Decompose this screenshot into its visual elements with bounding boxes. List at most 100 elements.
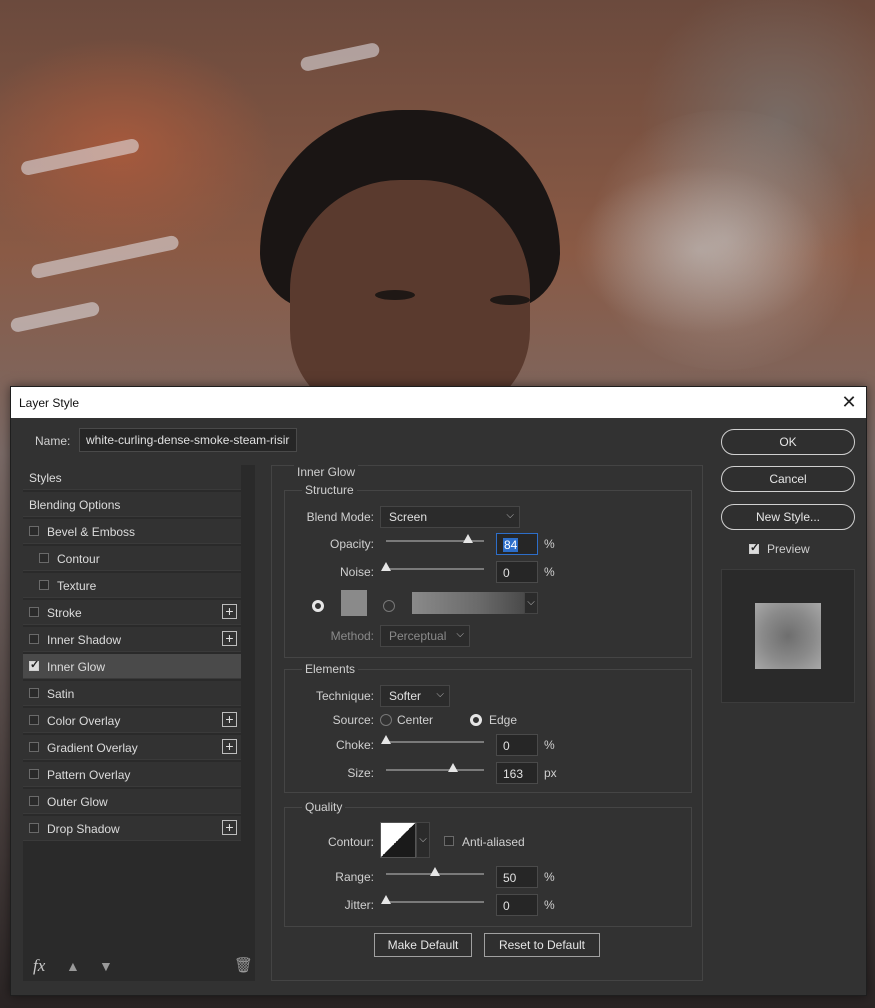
sidebar-checkbox[interactable] (39, 553, 49, 563)
sidebar-checkbox[interactable] (29, 658, 39, 671)
sidebar-item-label: Inner Shadow (47, 633, 122, 647)
sidebar-item-inner-shadow[interactable]: Inner Shadow + (23, 627, 241, 652)
sidebar-item-pattern-overlay[interactable]: Pattern Overlay (23, 762, 241, 787)
range-slider[interactable] (386, 867, 484, 876)
method-label: Method: (330, 629, 374, 643)
choke-input[interactable]: 0 (496, 734, 538, 756)
sidebar-checkbox[interactable] (29, 742, 39, 752)
sidebar-checkbox[interactable] (29, 688, 39, 698)
jitter-slider-thumb[interactable] (381, 895, 391, 904)
size-unit: px (544, 766, 557, 780)
anti-aliased-label: Anti-aliased (462, 835, 525, 849)
sidebar-item-label: Color Overlay (47, 714, 121, 728)
trash-icon[interactable]: 🗑 (234, 956, 253, 974)
sidebar-checkbox[interactable] (39, 580, 49, 590)
sidebar-checkbox[interactable] (29, 634, 39, 644)
source-edge-radio[interactable] (470, 714, 482, 726)
blend-mode-select[interactable]: Screen ⌵ (380, 506, 520, 528)
sidebar-item-label: Stroke (47, 606, 82, 620)
name-label: Name: (35, 434, 71, 448)
make-default-button[interactable]: Make Default (374, 933, 472, 957)
sidebar-item-color-overlay[interactable]: Color Overlay + (23, 708, 241, 733)
sidebar-item-label: Styles (29, 471, 62, 485)
sidebar-item-gradient-overlay[interactable]: Gradient Overlay + (23, 735, 241, 760)
inner-glow-panel: Inner Glow Structure Blend Mode: Screen ⌵… (271, 465, 703, 981)
add-effect-plus-icon[interactable]: + (222, 820, 237, 835)
structure-title: Structure (302, 483, 357, 497)
add-effect-plus-icon[interactable]: + (222, 712, 237, 727)
sidebar-checkbox[interactable] (29, 769, 39, 779)
jitter-input[interactable]: 0 (496, 894, 538, 916)
style-preview-box (721, 569, 855, 703)
choke-slider[interactable] (381, 735, 484, 744)
opacity-slider[interactable] (386, 534, 484, 543)
close-icon[interactable]: ✕ (838, 392, 860, 414)
noise-slider[interactable] (381, 562, 484, 571)
range-label: Range: (335, 870, 374, 884)
noise-slider-thumb[interactable] (381, 562, 391, 571)
reset-to-default-button[interactable]: Reset to Default (484, 933, 600, 957)
styles-list-scrollbar[interactable] (243, 465, 255, 981)
range-input[interactable]: 50 (496, 866, 538, 888)
sidebar-item-satin[interactable]: Satin (23, 681, 241, 706)
sidebar-item-outer-glow[interactable]: Outer Glow (23, 789, 241, 814)
sidebar-item-stroke[interactable]: Stroke + (23, 600, 241, 625)
method-select[interactable]: Perceptual ⌵ (380, 625, 470, 647)
jitter-label: Jitter: (344, 898, 374, 912)
sidebar-item-label: Blending Options (29, 498, 121, 512)
sidebar-checkbox[interactable] (29, 526, 39, 536)
range-unit: % (544, 870, 555, 884)
sidebar-checkbox[interactable] (29, 607, 39, 617)
opacity-input[interactable]: 84 (496, 533, 538, 555)
sidebar-checkbox[interactable] (29, 715, 39, 725)
size-slider-thumb[interactable] (447, 763, 458, 772)
dialog-titlebar: Layer Style ✕ (11, 387, 866, 418)
sidebar-item-texture[interactable]: Texture (23, 573, 241, 598)
size-label: Size: (347, 766, 374, 780)
technique-select[interactable]: Softer ⌵ (380, 685, 450, 707)
source-center-label: Center (397, 713, 434, 727)
gradient-swatch[interactable] (412, 592, 524, 614)
sidebar-item-label: Bevel & Emboss (47, 525, 136, 539)
jitter-unit: % (544, 898, 555, 912)
range-slider-thumb[interactable] (430, 867, 440, 876)
anti-aliased-checkbox[interactable] (444, 836, 454, 846)
fx-menu-button[interactable]: fx (33, 956, 45, 976)
source-center-radio[interactable] (380, 714, 392, 726)
new-style-button[interactable]: New Style... (721, 504, 855, 530)
choke-slider-thumb[interactable] (381, 735, 391, 744)
move-up-icon[interactable]: ▲ (66, 958, 80, 974)
sidebar-item-styles[interactable]: Styles (23, 465, 241, 490)
sidebar-checkbox[interactable] (29, 823, 39, 833)
add-effect-plus-icon[interactable]: + (222, 739, 237, 754)
noise-input[interactable]: 0 (496, 561, 538, 583)
jitter-slider[interactable] (381, 895, 484, 904)
sidebar-item-blending-options[interactable]: Blending Options (23, 492, 241, 517)
choke-unit: % (544, 738, 555, 752)
gradient-radio[interactable] (383, 600, 395, 612)
move-down-icon[interactable]: ▼ (99, 958, 113, 974)
contour-preview[interactable] (380, 822, 416, 858)
add-effect-plus-icon[interactable]: + (222, 631, 237, 646)
gradient-picker-chevron-icon[interactable]: ⌵ (524, 592, 538, 614)
sidebar-item-drop-shadow[interactable]: Drop Shadow + (23, 816, 241, 841)
ok-button[interactable]: OK (721, 429, 855, 455)
cancel-button[interactable]: Cancel (721, 466, 855, 492)
size-input[interactable]: 163 (496, 762, 538, 784)
solid-color-radio[interactable] (312, 600, 324, 612)
glow-color-swatch[interactable] (341, 590, 367, 616)
sidebar-item-label: Texture (57, 579, 97, 593)
sidebar-item-label: Drop Shadow (47, 822, 120, 836)
sidebar-item-label: Pattern Overlay (47, 768, 131, 782)
sidebar-item-inner-glow[interactable]: Inner Glow (23, 654, 241, 679)
opacity-slider-thumb[interactable] (463, 534, 474, 543)
sidebar-item-bevel-emboss[interactable]: Bevel & Emboss (23, 519, 241, 544)
sidebar-item-contour[interactable]: Contour (23, 546, 241, 571)
section-title: Inner Glow (294, 465, 359, 479)
name-input[interactable]: white-curling-dense-smoke-steam-risir (79, 428, 297, 452)
sidebar-checkbox[interactable] (29, 796, 39, 806)
add-effect-plus-icon[interactable]: + (222, 604, 237, 619)
size-slider[interactable] (386, 763, 484, 772)
preview-checkbox[interactable] (749, 541, 759, 554)
contour-chevron-icon[interactable]: ⌵ (416, 822, 430, 858)
